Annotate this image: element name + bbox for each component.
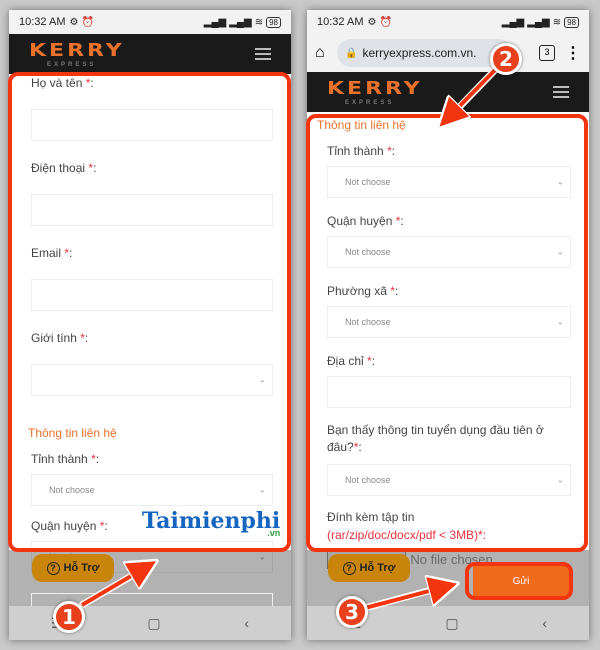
status-time: 10:32 AM [19,16,66,28]
status-time: 10:32 AM [317,16,364,28]
wifi-icon: ≋ [552,16,562,28]
home-nav-icon[interactable]: ▢ [147,615,160,632]
highlight-frame-submit [465,562,573,600]
help-button[interactable]: ? Hỗ Trợ [32,554,114,582]
lock-icon: 🔒 [345,47,358,59]
tab-switcher-button[interactable]: 3 [539,45,555,61]
battery-icon: 98 [266,16,281,28]
more-menu-icon[interactable]: ⋮ [565,43,581,63]
back-icon[interactable]: ‹ [542,615,547,631]
signal-icon: ▂▄▆ [501,16,525,28]
status-bar: 10:32 AM ⚙ ⏰ ▂▄▆ ▂▄▆ ≋ 98 [9,10,291,34]
help-icon: ? [46,561,60,575]
site-header: KERRY EXPRESS [9,34,291,74]
signal-icon-2: ▂▄▆ [229,16,252,28]
alarm-icon: ⏰ [81,16,94,28]
hamburger-menu-icon[interactable] [255,48,271,60]
back-icon[interactable]: ‹ [244,615,249,631]
status-bar: 10:32 AM ⚙ ⏰ ▂▄▆ ▂▄▆ ≋ 98 [307,10,589,34]
signal-icon: ▂▄▆ [203,16,227,28]
help-button[interactable]: ? Hỗ Trợ [328,554,410,582]
url-bar[interactable]: 🔒 kerryexpress.com.vn. [337,39,513,67]
alarm-icon: ⏰ [379,16,392,28]
sync-off-icon: ⚙ [69,16,79,28]
step-badge-1: 1 [53,601,85,633]
step-badge-2: 2 [490,43,522,75]
highlight-frame-right [306,114,588,552]
site-header: KERRY EXPRESS [307,72,589,112]
browser-toolbar: ⌂ 🔒 kerryexpress.com.vn. 3 ⋮ [307,34,589,72]
signal-icon-2: ▂▄▆ [527,16,550,28]
hamburger-menu-icon[interactable] [553,86,569,98]
highlight-frame-left [8,72,291,552]
help-icon: ? [342,561,356,575]
android-nav-bar: ☰ ▢ ‹ [9,606,291,640]
wifi-icon: ≋ [254,16,264,28]
home-nav-icon[interactable]: ▢ [445,615,458,632]
battery-icon: 98 [564,16,579,28]
sync-off-icon: ⚙ [367,16,377,28]
home-icon[interactable]: ⌂ [315,44,337,62]
watermark-logo: Taimienphi .vn [142,508,281,538]
kerry-logo[interactable]: KERRY EXPRESS [327,78,423,106]
step-badge-3: 3 [336,596,368,628]
kerry-logo[interactable]: KERRY EXPRESS [29,40,125,68]
